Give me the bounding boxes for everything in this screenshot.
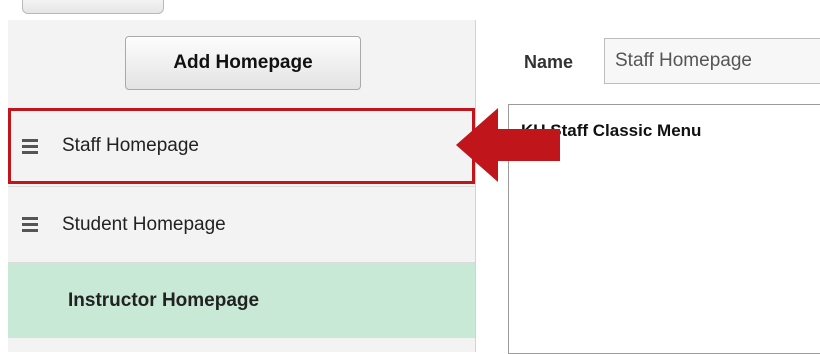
sidebar-item-label: Instructor Homepage: [68, 289, 260, 311]
sidebar-item-label: Staff Homepage: [62, 135, 199, 156]
sidebar-item-student-homepage[interactable]: Student Homepage: [8, 186, 475, 262]
homepage-sidebar: Add Homepage Staff Homepage Student Home…: [8, 20, 476, 352]
sidebar-item-instructor-homepage[interactable]: Instructor Homepage: [8, 262, 475, 338]
menu-item[interactable]: KU Staff Classic Menu: [521, 121, 820, 141]
name-input[interactable]: [604, 38, 820, 84]
add-homepage-button[interactable]: Add Homepage: [125, 36, 361, 90]
pointer-arrow-icon: [456, 108, 560, 182]
top-tab[interactable]: [22, 0, 164, 14]
sidebar-item-label: Student Homepage: [62, 213, 226, 235]
drag-handle-icon[interactable]: [22, 217, 38, 232]
drag-handle-icon[interactable]: [22, 138, 38, 154]
sidebar-item-staff-homepage[interactable]: Staff Homepage: [8, 108, 475, 184]
name-label: Name: [524, 52, 574, 72]
